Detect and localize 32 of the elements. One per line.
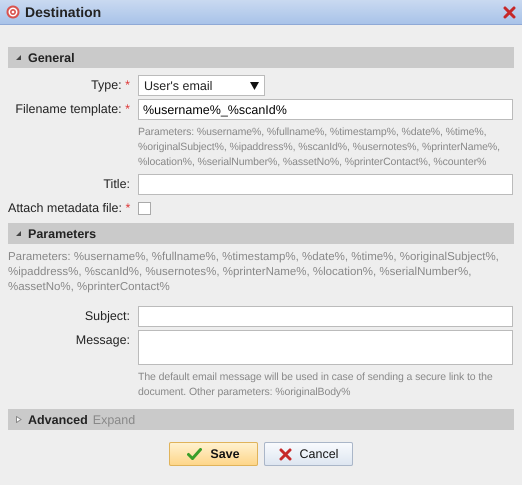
section-title: Parameters	[28, 226, 96, 240]
field-label: Type:	[91, 78, 122, 92]
parameters-note: Parameters: %username%, %fullname%, %timestamp%, %date%, %time%, %originalSubject%, %ipaddress%, %scanId%, %usernotes%, %printerName%, %location%, %serialNumber%, %assetNo%, %printerContact%	[8, 250, 500, 295]
checkbox[interactable]	[138, 202, 151, 215]
close-icon	[278, 448, 292, 460]
field-label: Title:	[103, 177, 130, 191]
field-hint: Parameters: %username%, %fullname%, %timestamp%, %date%, %time%, %originalSubject%, %ipaddress%, %scanId%, %usernotes%, %printerName%, %location%, %serialNumber%, %assetNo%, %printerContact%, %counter%	[138, 125, 501, 170]
type-dropdown[interactable]: User's email	[138, 75, 265, 96]
target-icon	[6, 5, 20, 19]
checkmark-icon	[187, 448, 202, 460]
required-mark: *	[125, 78, 130, 92]
field-label: Attach metadata file:	[8, 201, 122, 215]
field-label: Filename template:	[15, 102, 122, 116]
required-mark: *	[125, 102, 130, 116]
field-hint: The default email message will be used in case of sending a secure link to the document. Other parameters: %originalBody%	[138, 370, 494, 400]
section-title: Advanced	[28, 412, 88, 426]
text-field[interactable]	[138, 306, 513, 327]
window-title: Destination	[25, 4, 102, 20]
field-label: Subject:	[84, 309, 130, 323]
save-button[interactable]: Save	[169, 442, 258, 466]
field-label: Message:	[76, 333, 130, 347]
section-header[interactable]: Parameters	[8, 223, 514, 244]
text-field[interactable]: %username%_%scanId%	[138, 99, 513, 120]
required-mark: *	[125, 201, 130, 215]
text-field[interactable]	[138, 174, 513, 195]
section-title: General	[28, 50, 75, 64]
section-header[interactable]: General	[8, 47, 514, 68]
dropdown-arrow-icon	[250, 82, 259, 90]
section-header[interactable]: Advanced Expand	[8, 409, 514, 430]
close-icon[interactable]	[503, 6, 516, 18]
message-field[interactable]	[138, 330, 513, 365]
cancel-button[interactable]: Cancel	[264, 442, 353, 466]
